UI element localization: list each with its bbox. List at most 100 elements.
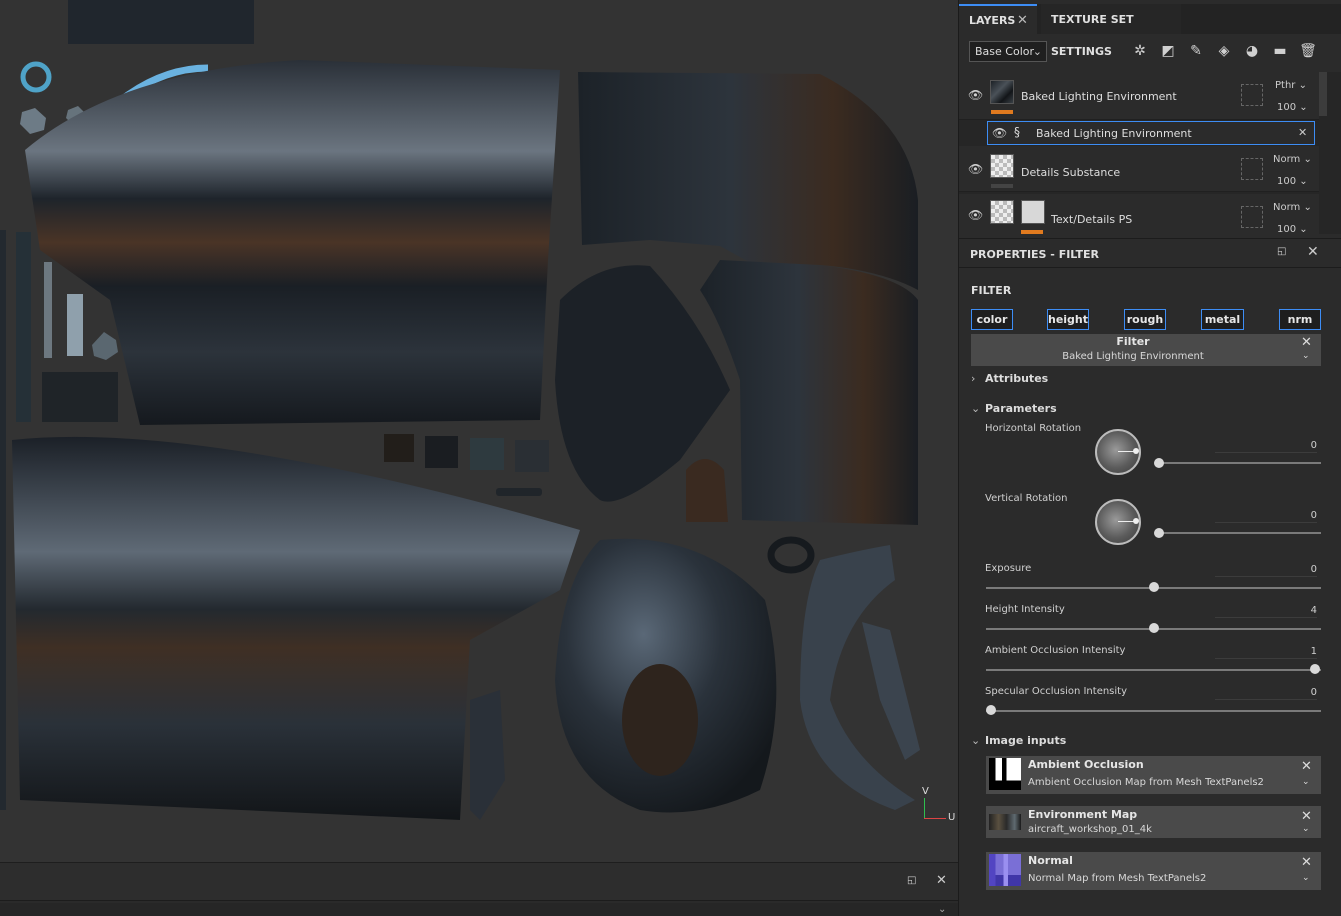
param-value[interactable]: 4 xyxy=(1215,605,1317,618)
tab-texture-set-settings[interactable]: TEXTURE SET SETTINGS xyxy=(1041,4,1181,58)
close-icon[interactable]: ✕ xyxy=(1301,809,1312,824)
slider-knob[interactable] xyxy=(1154,458,1164,468)
param-value[interactable]: 0 xyxy=(1215,440,1317,453)
magic-wand-icon[interactable]: ✲ xyxy=(1131,42,1149,60)
folder-icon[interactable]: ▬ xyxy=(1271,42,1289,60)
eye-icon[interactable]: 👁 xyxy=(968,162,984,176)
filter-box-title: Filter xyxy=(1116,335,1150,348)
channel-button-rough[interactable]: rough xyxy=(1124,309,1166,330)
axis-v-label: V xyxy=(922,786,929,797)
chevron-down-icon[interactable]: ⌄ xyxy=(938,904,946,915)
layer-list: 👁 Baked Lighting Environment Pthr ⌄ 100 … xyxy=(959,72,1341,234)
close-icon[interactable]: ✕ xyxy=(1301,855,1312,870)
param-value[interactable]: 0 xyxy=(1215,564,1317,577)
blend-mode[interactable]: Pthr ⌄ xyxy=(1275,80,1307,91)
layer-list-scrollbar[interactable] xyxy=(1319,72,1327,116)
close-icon[interactable]: ✕ xyxy=(1017,6,1028,36)
bottom-dropdown[interactable] xyxy=(0,903,958,916)
layer-row[interactable]: 👁 Text/Details PS Norm ⌄ 100 ⌄ xyxy=(959,194,1319,234)
slider-track[interactable] xyxy=(986,669,1321,671)
filter-section-label: FILTER xyxy=(971,284,1012,297)
channel-button-color[interactable]: color xyxy=(971,309,1013,330)
chevron-down-icon: ⌄ xyxy=(1032,45,1042,58)
eye-icon[interactable]: 👁 xyxy=(992,126,1008,140)
layer-mask-thumbnail xyxy=(1021,200,1045,224)
image-input-subtitle: Ambient Occlusion Map from Mesh TextPane… xyxy=(1028,777,1264,788)
param-label: Specular Occlusion Intensity xyxy=(985,686,1128,697)
image-input-ambient-occlusion[interactable]: Ambient Occlusion Ambient Occlusion Map … xyxy=(986,756,1321,794)
section-attributes[interactable]: › Attributes xyxy=(971,372,1048,385)
rotation-dial[interactable] xyxy=(1095,429,1141,475)
properties-header: PROPERTIES - FILTER ◱ ✕ xyxy=(959,238,1341,268)
image-input-normal[interactable]: Normal Normal Map from Mesh TextPanels2 … xyxy=(986,852,1321,890)
slider-knob[interactable] xyxy=(986,705,996,715)
channel-button-height[interactable]: height xyxy=(1047,309,1089,330)
slider-knob[interactable] xyxy=(1149,582,1159,592)
blend-mode[interactable]: Norm ⌄ xyxy=(1273,202,1312,213)
channel-select[interactable]: Base Color ⌄ xyxy=(969,41,1047,62)
brush-icon[interactable]: ✎ xyxy=(1187,42,1205,60)
chevron-down-icon[interactable]: ⌄ xyxy=(1302,777,1310,787)
opacity[interactable]: 100 ⌄ xyxy=(1277,176,1308,187)
slider-knob[interactable] xyxy=(1149,623,1159,633)
rotation-dial[interactable] xyxy=(1095,499,1141,545)
mask-slot[interactable] xyxy=(1241,206,1263,228)
param-label: Ambient Occlusion Intensity xyxy=(985,645,1126,656)
opacity[interactable]: 100 ⌄ xyxy=(1277,224,1308,234)
layer-row[interactable]: 👁 Baked Lighting Environment Pthr ⌄ 100 … xyxy=(959,72,1319,120)
section-image-inputs[interactable]: ⌄ Image inputs xyxy=(971,734,1066,747)
close-icon[interactable]: ✕ xyxy=(1301,759,1312,774)
close-icon[interactable]: ✕ xyxy=(1301,335,1312,350)
layer-color-tag xyxy=(1021,230,1043,234)
param-value[interactable]: 0 xyxy=(1215,510,1317,523)
tab-layers[interactable]: LAYERS ✕ xyxy=(959,4,1037,34)
slider-track[interactable] xyxy=(1158,532,1321,534)
mask-slot[interactable] xyxy=(1241,158,1263,180)
smart-material-icon[interactable]: ◕ xyxy=(1243,42,1261,60)
channel-select-value: Base Color xyxy=(975,45,1035,58)
environment-map-thumbnail xyxy=(989,814,1021,830)
chevron-down-icon[interactable]: ⌄ xyxy=(1302,824,1310,834)
slider-knob[interactable] xyxy=(1154,528,1164,538)
float-panel-icon[interactable]: ◱ xyxy=(907,875,919,887)
channel-button-nrm[interactable]: nrm xyxy=(1279,309,1321,330)
param-label: Vertical Rotation xyxy=(985,493,1068,504)
chevron-down-icon[interactable]: ⌄ xyxy=(1302,351,1310,361)
layer-name: Text/Details PS xyxy=(1051,213,1133,226)
filter-box-subtitle: Baked Lighting Environment xyxy=(1062,351,1204,362)
mask-icon[interactable]: ◩ xyxy=(1159,42,1177,60)
close-icon[interactable]: ✕ xyxy=(1307,244,1319,260)
float-panel-icon[interactable]: ◱ xyxy=(1277,246,1286,257)
channel-button-metal[interactable]: metal xyxy=(1201,309,1244,330)
chevron-right-icon: › xyxy=(971,372,976,385)
filter-resource-slot[interactable]: Filter Baked Lighting Environment ✕ ⌄ xyxy=(971,334,1321,366)
slider-track[interactable] xyxy=(1158,462,1321,464)
eye-icon[interactable]: 👁 xyxy=(968,88,984,102)
eye-icon[interactable]: 👁 xyxy=(968,208,984,222)
blend-mode[interactable]: Norm ⌄ xyxy=(1273,154,1312,165)
image-input-environment-map[interactable]: Environment Map aircraft_workshop_01_4k … xyxy=(986,806,1321,838)
layer-color-tag xyxy=(991,110,1013,114)
param-value[interactable]: 1 xyxy=(1215,646,1317,659)
opacity[interactable]: 100 ⌄ xyxy=(1277,102,1308,113)
ao-map-thumbnail xyxy=(989,758,1021,790)
param-label: Height Intensity xyxy=(985,604,1065,615)
layer-thumbnail xyxy=(990,154,1014,178)
mask-slot[interactable] xyxy=(1241,84,1263,106)
trash-icon[interactable]: 🗑 xyxy=(1299,42,1317,60)
bottom-dock: ◱ ✕ ⌄ xyxy=(0,862,958,916)
slider-knob[interactable] xyxy=(1310,664,1320,674)
section-parameters[interactable]: ⌄ Parameters xyxy=(971,402,1057,415)
filter-effect-row[interactable]: 👁 § Baked Lighting Environment ✕ xyxy=(987,121,1315,145)
layer-row[interactable]: 👁 Details Substance Norm ⌄ 100 ⌄ xyxy=(959,146,1319,192)
uv-viewport[interactable]: V U xyxy=(0,0,958,862)
param-label: Horizontal Rotation xyxy=(985,423,1082,434)
layer-name: Details Substance xyxy=(1021,166,1121,179)
image-input-subtitle: aircraft_workshop_01_4k xyxy=(1028,824,1152,835)
close-icon[interactable]: ✕ xyxy=(936,873,947,888)
close-icon[interactable]: ✕ xyxy=(1298,126,1307,139)
chevron-down-icon[interactable]: ⌄ xyxy=(1302,873,1310,883)
param-value[interactable]: 0 xyxy=(1215,687,1317,700)
slider-track[interactable] xyxy=(986,710,1321,712)
fill-icon[interactable]: ◈ xyxy=(1215,42,1233,60)
